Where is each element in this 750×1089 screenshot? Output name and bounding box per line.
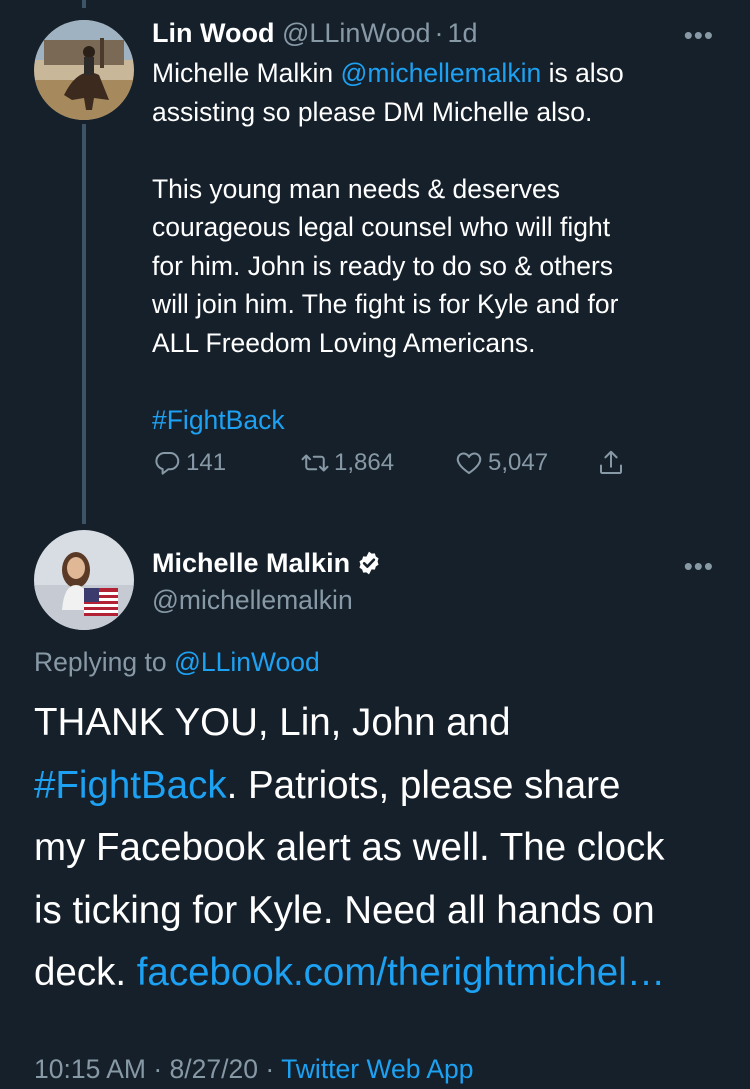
more-icon[interactable]: ••• xyxy=(684,553,714,579)
tweet2-line4: is ticking for Kyle. Need all hands on xyxy=(34,888,655,932)
separator-dot: · xyxy=(153,1054,163,1084)
reply-icon xyxy=(155,452,180,475)
facebook-link[interactable]: facebook.com/therightmichel… xyxy=(137,951,666,994)
verified-badge-icon xyxy=(359,551,379,575)
mention-link[interactable]: @michellemalkin xyxy=(341,58,542,88)
share-button[interactable] xyxy=(596,448,626,478)
thread-line-top xyxy=(82,0,86,8)
more-icon[interactable]: ••• xyxy=(684,22,714,48)
tweet2-meta: 10:15 AM · 8/27/20 · Twitter Web App xyxy=(34,1052,474,1086)
tweet2-line1: THANK YOU, Lin, John and xyxy=(34,701,511,744)
tweet1-para-line: will join him. The fight is for Kyle and… xyxy=(152,289,619,319)
tweet2-line5: deck. facebook.com/therightmichel… xyxy=(34,942,665,1005)
tweet2-line3: my Facebook alert as well. The clock xyxy=(34,826,665,869)
tweet1-line1: Michelle Malkin @michellemalkin is also xyxy=(152,54,624,93)
tweet1-para-line: This young man needs & deserves xyxy=(152,173,561,204)
separator-dot: · xyxy=(434,18,444,48)
avatar-michelle-malkin[interactable] xyxy=(34,530,134,630)
replying-to: Replying to @LLinWood xyxy=(34,645,320,679)
replying-handle-link[interactable]: @LLinWood xyxy=(174,647,320,677)
tweet2-header: Michelle Malkin xyxy=(152,546,382,580)
author-handle[interactable]: @LLinWood xyxy=(282,18,431,48)
text: deck. xyxy=(34,951,137,994)
avatar-painting-image xyxy=(34,20,134,120)
tweet-timestamp[interactable]: 10:15 AM xyxy=(34,1054,146,1084)
retweet-count: 1,864 xyxy=(334,449,395,476)
avatar-lin-wood[interactable] xyxy=(34,20,134,120)
tweet1-line2: assisting so please DM Michelle also. xyxy=(152,96,593,127)
retweet-icon xyxy=(301,454,329,472)
thread-line xyxy=(82,124,86,524)
avatar-photo-image xyxy=(34,530,134,630)
tweet-source-link[interactable]: Twitter Web App xyxy=(281,1054,473,1084)
text: Michelle Malkin xyxy=(152,58,341,88)
hashtag-link[interactable]: #FightBack xyxy=(34,764,227,807)
share-icon xyxy=(600,450,622,474)
tweet-date[interactable]: 8/27/20 xyxy=(170,1054,258,1084)
reply-count: 141 xyxy=(186,449,227,476)
author-name[interactable]: Lin Wood xyxy=(152,18,274,48)
tweet1-para-line: for him. John is ready to do so & others xyxy=(152,250,614,281)
like-button[interactable]: 5,047 xyxy=(454,448,548,478)
tweet2-line2: #FightBack. Patriots, please share xyxy=(34,755,665,818)
like-count: 5,047 xyxy=(488,449,549,476)
tweet-time[interactable]: 1d xyxy=(447,18,477,48)
hashtag-link[interactable]: #FightBack xyxy=(152,405,285,435)
tweet2-body: THANK YOU, Lin, John and #FightBack. Pat… xyxy=(34,692,665,1005)
tweet1-body: Michelle Malkin @michellemalkin is also … xyxy=(152,54,624,439)
tweet1-para-line: courageous legal counsel who will fight xyxy=(152,212,611,242)
like-icon xyxy=(456,452,482,474)
tweet1-header: Lin Wood @LLinWood · 1d xyxy=(152,16,478,50)
replying-label: Replying to xyxy=(34,647,174,677)
tweet1-para-line: ALL Freedom Loving Americans. xyxy=(152,327,536,358)
retweet-button[interactable]: 1,864 xyxy=(300,448,394,478)
author-name[interactable]: Michelle Malkin xyxy=(152,546,350,580)
text: is also xyxy=(541,58,624,88)
text: . Patriots, please share xyxy=(226,763,621,807)
separator-dot: · xyxy=(265,1054,275,1084)
author-handle[interactable]: @michellemalkin xyxy=(152,583,353,617)
reply-button[interactable]: 141 xyxy=(152,448,226,478)
